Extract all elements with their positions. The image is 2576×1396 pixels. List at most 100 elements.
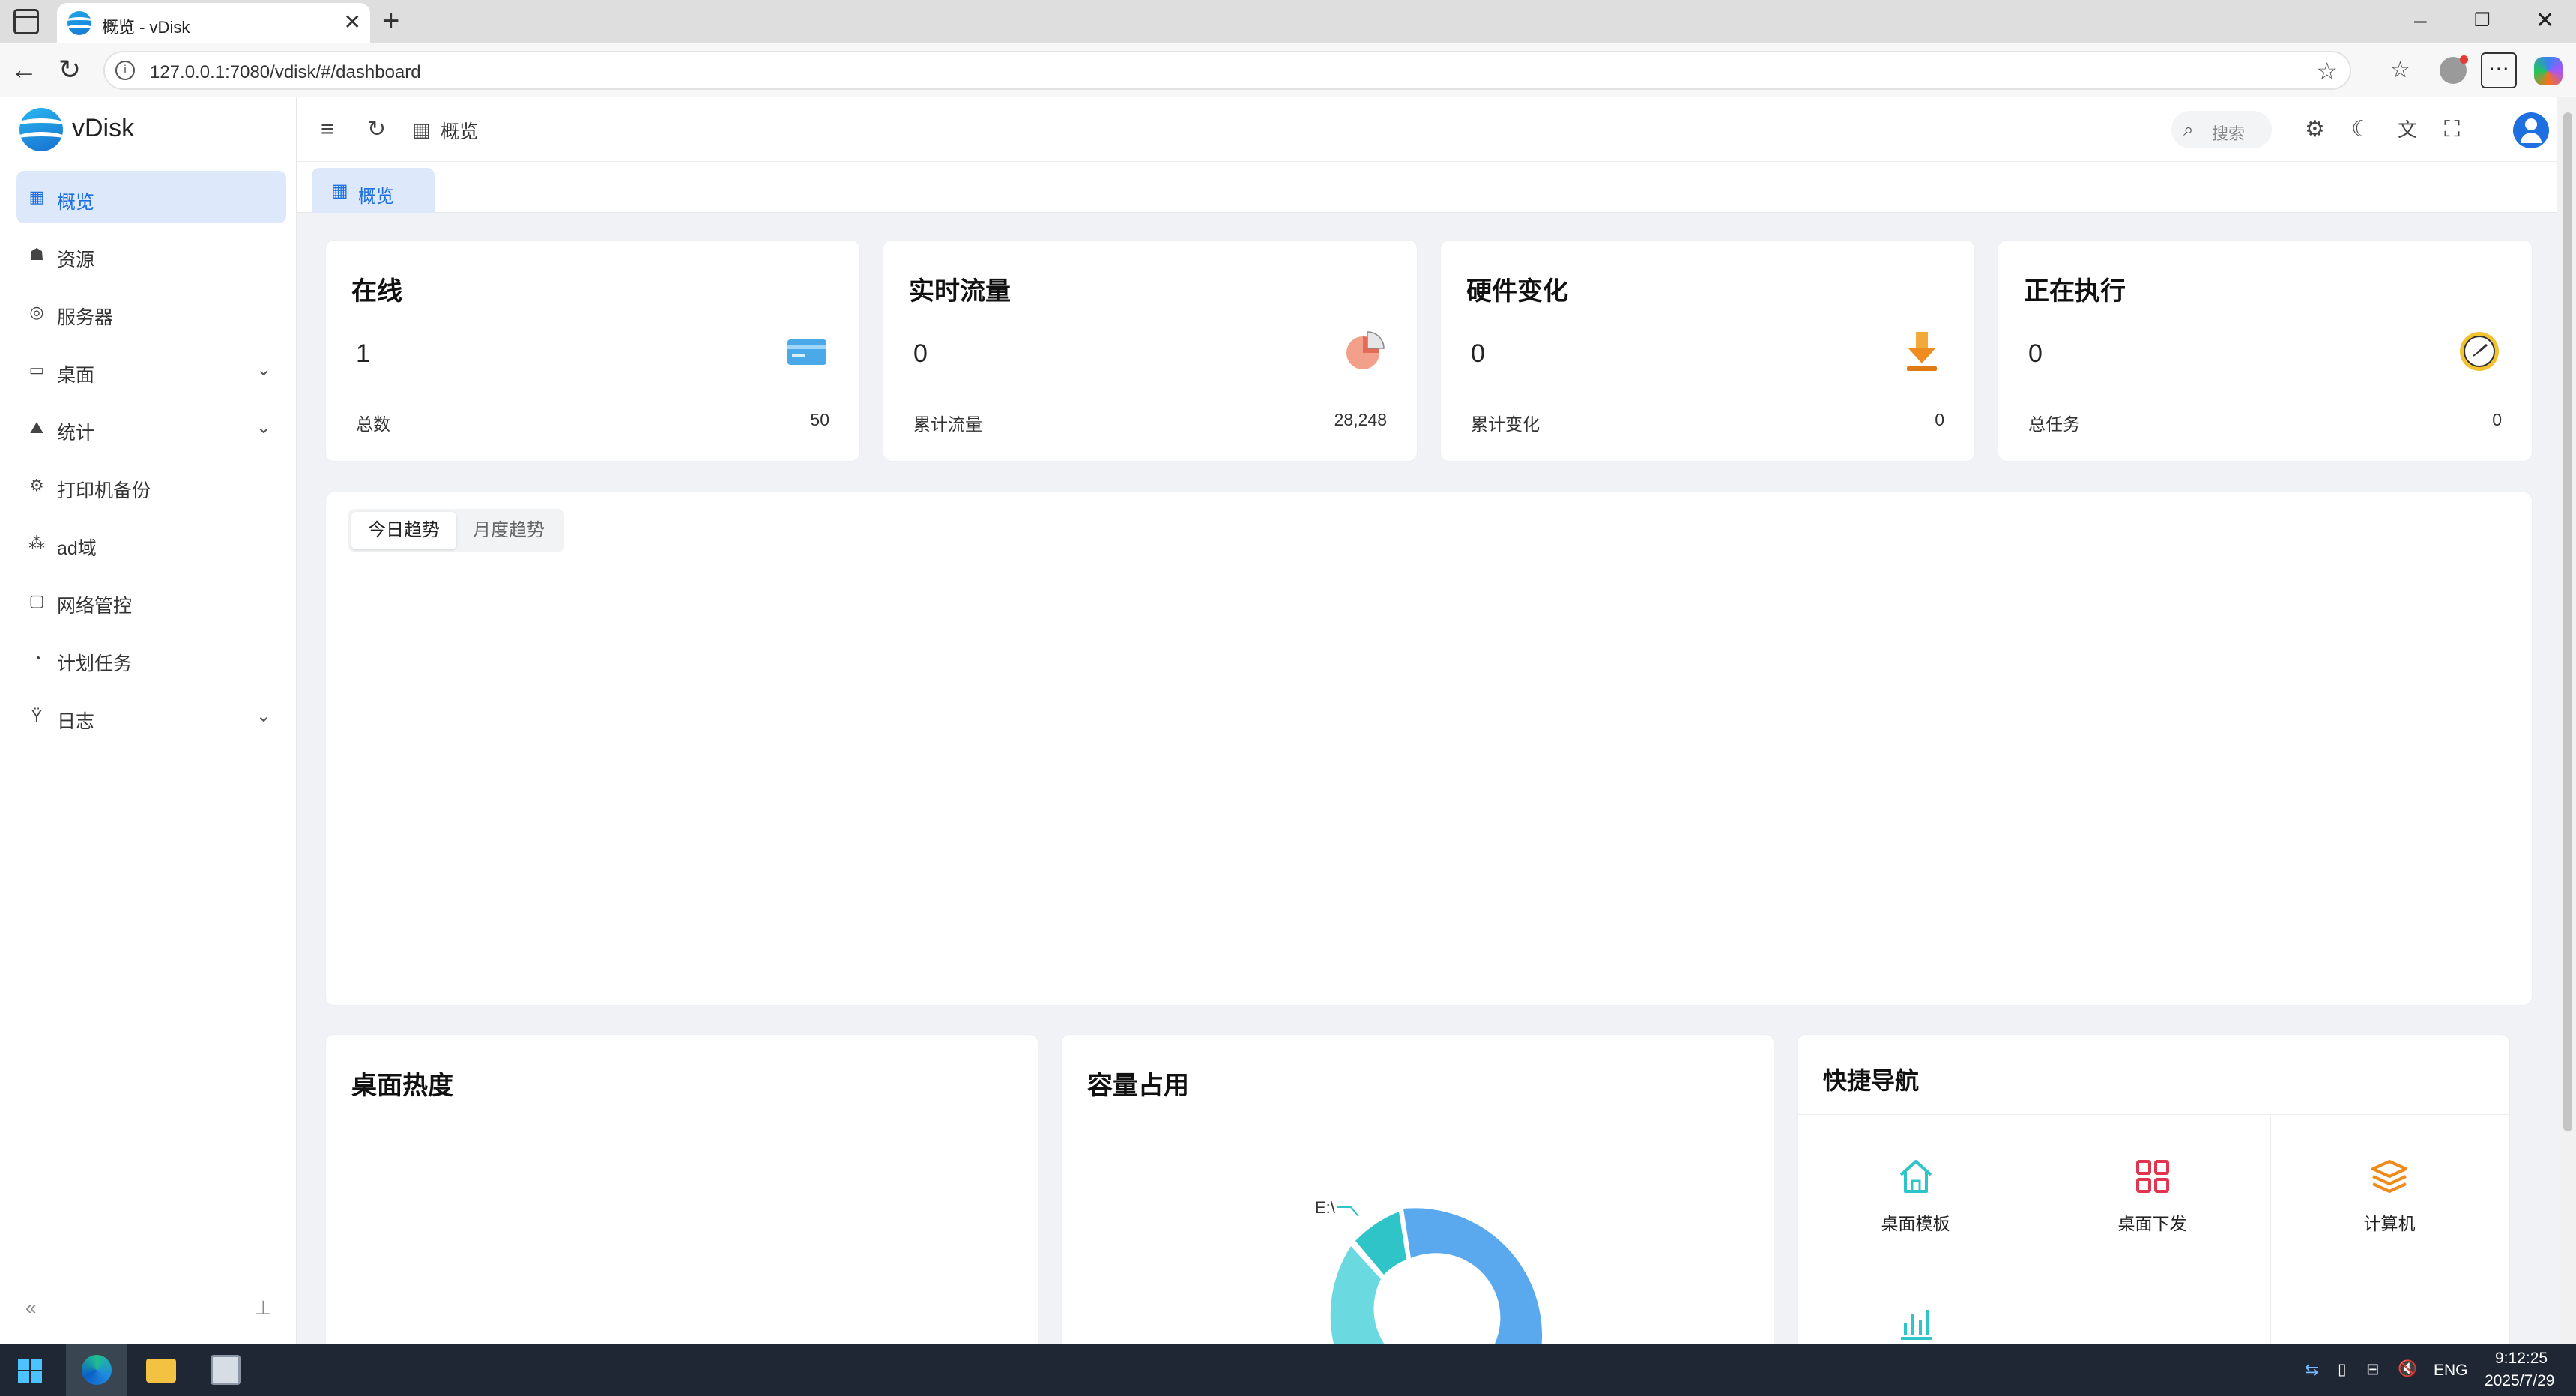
sidebar-item-desktop[interactable]: ▭ 桌面 ⌄ bbox=[16, 344, 286, 396]
tray-tablet-icon[interactable]: ▯ bbox=[2338, 1360, 2347, 1379]
sidebar-item-printer-backup[interactable]: ⚙ 打印机备份 bbox=[16, 459, 286, 512]
tray-language[interactable]: ENG bbox=[2434, 1362, 2468, 1380]
tray-network-icon[interactable]: ⊟ bbox=[2366, 1360, 2380, 1379]
browser-tab-active[interactable]: 概览 - vDisk ✕ bbox=[57, 3, 370, 43]
app-window-icon bbox=[211, 1355, 241, 1385]
log-icon: Ÿ bbox=[31, 707, 43, 725]
favorite-star-icon[interactable]: ☆ bbox=[2316, 57, 2338, 85]
search-input[interactable]: ⌕ 搜索 bbox=[2171, 111, 2272, 148]
stat-sub-label: 累计变化 bbox=[1471, 414, 1540, 434]
stats-icon: ⛰ bbox=[29, 418, 44, 437]
quick-nav-empty bbox=[2034, 1275, 2271, 1344]
favorites-collection-icon[interactable]: ☆ bbox=[2390, 57, 2410, 84]
tab-monthly-trend[interactable]: 月度趋势 bbox=[456, 512, 561, 549]
user-avatar-icon[interactable] bbox=[2513, 112, 2549, 148]
stat-card-hardware-change: 硬件变化 0 累计变化 0 bbox=[1440, 240, 1975, 462]
bar-chart-icon bbox=[1901, 1310, 1932, 1340]
sidebar-item-dashboard[interactable]: ▦ 概览 bbox=[16, 171, 286, 223]
breadcrumb-grid-icon: ▦ bbox=[412, 118, 431, 141]
slice-leader-line bbox=[1337, 1206, 1359, 1217]
sidebar-item-label: 网络管控 bbox=[57, 596, 133, 617]
window-close-icon[interactable]: ✕ bbox=[2536, 6, 2554, 36]
stat-card-realtime-traffic: 实时流量 0 累计流量 28,248 bbox=[883, 240, 1418, 462]
sidebar-item-server[interactable]: ◎ 服务器 bbox=[16, 286, 286, 339]
tab-dashboard[interactable]: ▦ 概览 bbox=[312, 168, 435, 213]
taskbar-app[interactable] bbox=[195, 1344, 256, 1396]
tab-today-trend[interactable]: 今日趋势 bbox=[351, 512, 456, 549]
site-info-icon[interactable]: i bbox=[115, 61, 135, 80]
capacity-slice bbox=[1403, 1208, 1543, 1344]
chevron-down-icon: ⌄ bbox=[256, 417, 271, 438]
more-options-icon[interactable]: ⋯ bbox=[2481, 52, 2517, 88]
stat-value: 0 bbox=[2028, 339, 2043, 368]
copilot-icon[interactable] bbox=[2534, 57, 2563, 85]
quick-nav-desktop-deploy[interactable]: 桌面下发 bbox=[2034, 1115, 2271, 1275]
sidebar-item-network[interactable]: ▢ 网络管控 bbox=[16, 575, 286, 627]
desktop-heat-panel: 桌面热度 bbox=[325, 1034, 1038, 1344]
capacity-donut-chart: E:\ bbox=[1315, 1198, 1543, 1344]
dashboard-grid-icon: ▦ bbox=[28, 187, 45, 206]
breadcrumb[interactable]: 概览 bbox=[441, 117, 478, 144]
taskbar-edge[interactable] bbox=[66, 1344, 127, 1396]
stat-title: 硬件变化 bbox=[1466, 277, 1568, 306]
tab-close-icon[interactable]: ✕ bbox=[344, 11, 361, 34]
sidebar-item-label: 计划任务 bbox=[57, 653, 133, 674]
menu-toggle-icon[interactable]: ≡ bbox=[321, 117, 334, 142]
sidebar-item-resource[interactable]: ☗ 资源 bbox=[16, 229, 286, 281]
tray-date[interactable]: 2025/7/29 bbox=[2485, 1372, 2554, 1390]
sidebar-item-schedule[interactable]: ◔ 计划任务 bbox=[16, 632, 286, 685]
schedule-icon: ◔ bbox=[31, 649, 42, 668]
url-field[interactable]: i 127.0.0.1:7080/vdisk/#/dashboard ☆ bbox=[103, 51, 2351, 90]
fullscreen-icon[interactable]: ⛶ bbox=[2444, 117, 2460, 142]
back-arrow-icon[interactable]: ← bbox=[10, 54, 37, 85]
sidebar-item-label: 资源 bbox=[57, 250, 95, 271]
settings-gear-icon[interactable]: ⚙ bbox=[2305, 117, 2325, 142]
profile-avatar-icon[interactable] bbox=[2440, 55, 2468, 84]
tray-time[interactable]: 9:12:25 bbox=[2495, 1350, 2548, 1368]
scrollbar-thumb[interactable] bbox=[2563, 112, 2572, 1131]
tray-bluetooth-icon[interactable]: ⇆ bbox=[2305, 1360, 2318, 1380]
taskbar-file-explorer[interactable] bbox=[130, 1344, 192, 1396]
quick-nav-desktop-template[interactable]: 桌面模板 bbox=[1798, 1115, 2034, 1275]
page-tab-strip: ▦ 概览 bbox=[297, 162, 2557, 213]
quick-nav-statistics[interactable] bbox=[1798, 1275, 2034, 1344]
quick-nav-label: 桌面模板 bbox=[1881, 1214, 1950, 1233]
grid-icon bbox=[2136, 1160, 2169, 1193]
quick-nav-label: 计算机 bbox=[2363, 1214, 2416, 1233]
pin-icon[interactable]: ⊥ bbox=[255, 1296, 272, 1320]
sidebar-item-ad-domain[interactable]: ⁂ ad域 bbox=[16, 517, 286, 569]
url-text[interactable]: 127.0.0.1:7080/vdisk/#/dashboard bbox=[150, 62, 421, 83]
stat-sub-label: 累计流量 bbox=[913, 414, 982, 434]
windows-start-icon[interactable] bbox=[18, 1359, 42, 1383]
download-arrow-icon bbox=[1907, 332, 1937, 371]
sidebar-item-stats[interactable]: ⛰ 统计 ⌄ bbox=[16, 402, 286, 454]
vdisk-favicon-icon bbox=[67, 11, 91, 35]
collapse-sidebar-icon[interactable]: « bbox=[25, 1296, 36, 1320]
chevron-down-icon: ⌄ bbox=[256, 360, 271, 380]
slice-label: E:\ bbox=[1315, 1198, 1336, 1217]
stat-sub-value: 0 bbox=[2492, 410, 2502, 429]
stat-value: 1 bbox=[356, 339, 370, 368]
translate-icon[interactable]: 文 bbox=[2398, 117, 2417, 142]
dark-mode-moon-icon[interactable]: ☾ bbox=[2351, 117, 2371, 142]
tray-volume-muted-icon[interactable]: 🔇 bbox=[2398, 1360, 2417, 1378]
folder-icon bbox=[146, 1359, 176, 1383]
pie-chart-icon bbox=[1346, 331, 1385, 369]
sidebar-item-log[interactable]: Ÿ 日志 ⌄ bbox=[16, 690, 286, 743]
app-name: vDisk bbox=[72, 114, 135, 142]
layers-icon bbox=[2371, 1160, 2407, 1193]
stat-sub-value: 0 bbox=[1935, 410, 1944, 429]
reload-icon[interactable]: ↻ bbox=[367, 117, 386, 142]
chevron-down-icon: ⌄ bbox=[256, 706, 271, 726]
vdisk-logo-icon bbox=[19, 108, 63, 151]
new-tab-icon[interactable]: + bbox=[382, 4, 399, 37]
section-title: 快捷导航 bbox=[1823, 1067, 1920, 1094]
window-restore-icon[interactable]: ❐ bbox=[2474, 6, 2491, 36]
tab-actions-icon[interactable] bbox=[13, 9, 39, 34]
window-minimize-icon[interactable]: – bbox=[2414, 6, 2427, 36]
quick-nav-computer[interactable]: 计算机 bbox=[2271, 1115, 2508, 1275]
refresh-icon[interactable]: ↻ bbox=[58, 54, 81, 85]
sidebar-item-label: 统计 bbox=[57, 423, 95, 444]
page-scrollbar[interactable] bbox=[2560, 97, 2576, 1344]
stat-title: 在线 bbox=[351, 277, 402, 306]
